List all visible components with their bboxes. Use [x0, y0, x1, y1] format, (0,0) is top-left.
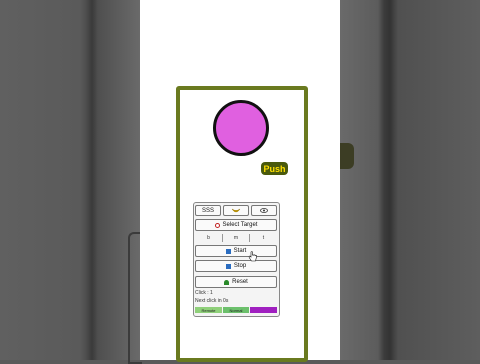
eye-icon — [260, 208, 268, 213]
normal-tab[interactable]: Normal — [223, 307, 249, 313]
target-icon — [214, 222, 220, 228]
stop-label: Stop — [233, 263, 247, 269]
select-target-button[interactable]: Select Target — [195, 219, 277, 231]
background-ghost-push — [340, 143, 354, 169]
push-button[interactable]: Push — [261, 162, 288, 175]
start-label: Start — [233, 248, 247, 254]
target-ball[interactable] — [213, 100, 269, 156]
remote-tab[interactable]: Remote — [195, 307, 222, 313]
eye-button[interactable] — [251, 205, 277, 216]
banana-button[interactable] — [223, 205, 249, 216]
reset-label: Reset — [232, 279, 248, 285]
click-count: Click : 1 — [195, 290, 213, 296]
hand-cursor-icon — [248, 251, 257, 265]
stop-icon — [225, 263, 231, 269]
background-left-blur — [0, 0, 142, 364]
segment-t[interactable]: t — [249, 234, 277, 242]
purple-tab[interactable] — [250, 307, 277, 313]
banana-icon — [231, 208, 241, 212]
segment-m[interactable]: m — [222, 234, 249, 242]
sss-button[interactable]: SSS — [195, 205, 221, 216]
reset-icon — [224, 279, 230, 285]
reset-button[interactable]: Reset — [195, 276, 277, 288]
next-click-timer: Next click in 0s — [195, 298, 229, 304]
segment-b[interactable]: b — [195, 234, 222, 242]
play-icon — [225, 248, 231, 254]
start-button[interactable]: Start — [195, 245, 277, 257]
select-target-label: Select Target — [222, 222, 258, 228]
stop-button[interactable]: Stop — [195, 260, 277, 272]
background-right-blur — [340, 0, 480, 360]
